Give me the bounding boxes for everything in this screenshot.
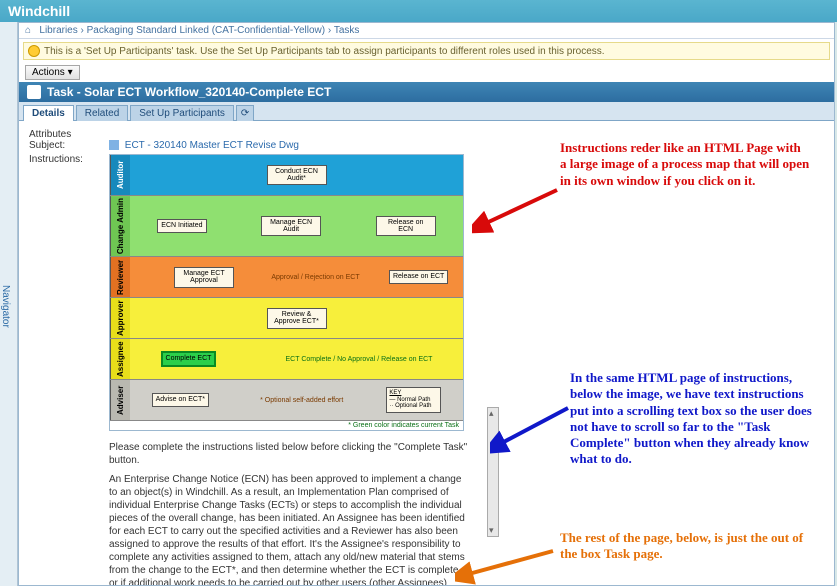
home-icon[interactable]: ⌂	[25, 25, 31, 36]
actions-menu-button[interactable]: Actions ▾	[25, 65, 80, 80]
lane-approver-header: Approver	[110, 298, 130, 338]
legend-key: KEY — Normal Path ·· Optional Path	[386, 387, 441, 413]
breadcrumb-tasks[interactable]: Tasks	[334, 25, 360, 36]
tab-details[interactable]: Details	[23, 105, 74, 121]
breadcrumb-library-name[interactable]: Packaging Standard Linked (CAT-Confident…	[87, 25, 325, 36]
box-manage-ect-approval: Manage ECT Approval	[174, 267, 234, 288]
lane-auditor-header: Auditor	[110, 155, 130, 195]
reviewer-mid-label: Approval / Rejection on ECT	[271, 274, 359, 281]
tab-setup-participants[interactable]: Set Up Participants	[130, 105, 234, 121]
document-icon	[109, 140, 119, 150]
map-footnote: * Green color indicates current Task	[110, 420, 463, 430]
box-conduct-ecn-audit: Conduct ECN Audit*	[267, 165, 327, 186]
annotation-orange: The rest of the page, below, is just the…	[560, 530, 810, 563]
breadcrumb-libraries[interactable]: Libraries	[39, 25, 77, 36]
instruction-scroll-text: Please complete the instructions listed …	[109, 441, 469, 586]
actions-row: Actions ▾	[19, 63, 834, 82]
instr-p2: An Enterprise Change Notice (ECN) has be…	[109, 473, 469, 586]
navigator-label: Navigator	[0, 285, 11, 328]
app-title: Windchill	[8, 3, 70, 19]
annotation-red: Instructions reder like an HTML Page wit…	[560, 140, 810, 189]
box-release-on-ect: Release on ECT	[389, 270, 448, 283]
lane-changeadmin-header: Change Admin	[110, 196, 130, 256]
lightbulb-icon	[28, 45, 40, 57]
lane-assignee-header: Assignee	[110, 339, 130, 379]
instructions-label: Instructions:	[29, 154, 109, 165]
info-banner: This is a 'Set Up Participants' task. Us…	[23, 42, 830, 60]
box-review-approve-ect: Review & Approve ECT*	[267, 308, 327, 329]
box-advise-on-ect: Advise on ECT*	[152, 393, 209, 406]
task-icon	[27, 85, 41, 99]
adviser-optional-note: * Optional self-added effort	[260, 397, 343, 404]
tab-row: Details Related Set Up Participants ⟳	[19, 102, 834, 121]
instruction-scrollbar[interactable]	[487, 407, 499, 537]
assignee-note: ECT Complete / No Approval / Release on …	[286, 356, 433, 363]
main-panel: ⌂ Libraries › Packaging Standard Linked …	[18, 22, 835, 586]
instructions-area: Auditor Conduct ECN Audit* Change Admin …	[109, 154, 469, 586]
lane-reviewer-header: Reviewer	[110, 257, 130, 297]
process-map-image[interactable]: Auditor Conduct ECN Audit* Change Admin …	[109, 154, 464, 431]
task-title-bar: Task - Solar ECT Workflow_320140-Complet…	[19, 82, 834, 102]
box-ecn-initiated: ECN Initiated	[157, 219, 206, 232]
box-manage-ecn-audit: Manage ECN Audit	[261, 216, 321, 237]
details-content: Attributes Subject: ECT - 320140 Master …	[19, 121, 834, 586]
attributes-heading: Attributes	[29, 129, 824, 140]
tab-related[interactable]: Related	[76, 105, 128, 121]
annotation-blue: In the same HTML page of instructions, b…	[570, 370, 820, 468]
app-titlebar: Windchill	[0, 0, 837, 22]
task-title: Task - Solar ECT Workflow_320140-Complet…	[47, 85, 331, 99]
left-navigator-rail[interactable]: Navigator	[0, 22, 18, 586]
breadcrumb: ⌂ Libraries › Packaging Standard Linked …	[19, 23, 834, 39]
subject-value[interactable]: ECT - 320140 Master ECT Revise Dwg	[109, 140, 299, 151]
info-banner-text: This is a 'Set Up Participants' task. Us…	[44, 46, 605, 57]
box-complete-ect-current: Complete ECT	[161, 351, 217, 366]
tab-refresh[interactable]: ⟳	[236, 105, 254, 121]
instr-p1: Please complete the instructions listed …	[109, 441, 469, 467]
box-release-on-ecn: Release on ECN	[376, 216, 436, 237]
lane-adviser-header: Adviser	[110, 380, 130, 420]
subject-label: Subject:	[29, 140, 109, 151]
